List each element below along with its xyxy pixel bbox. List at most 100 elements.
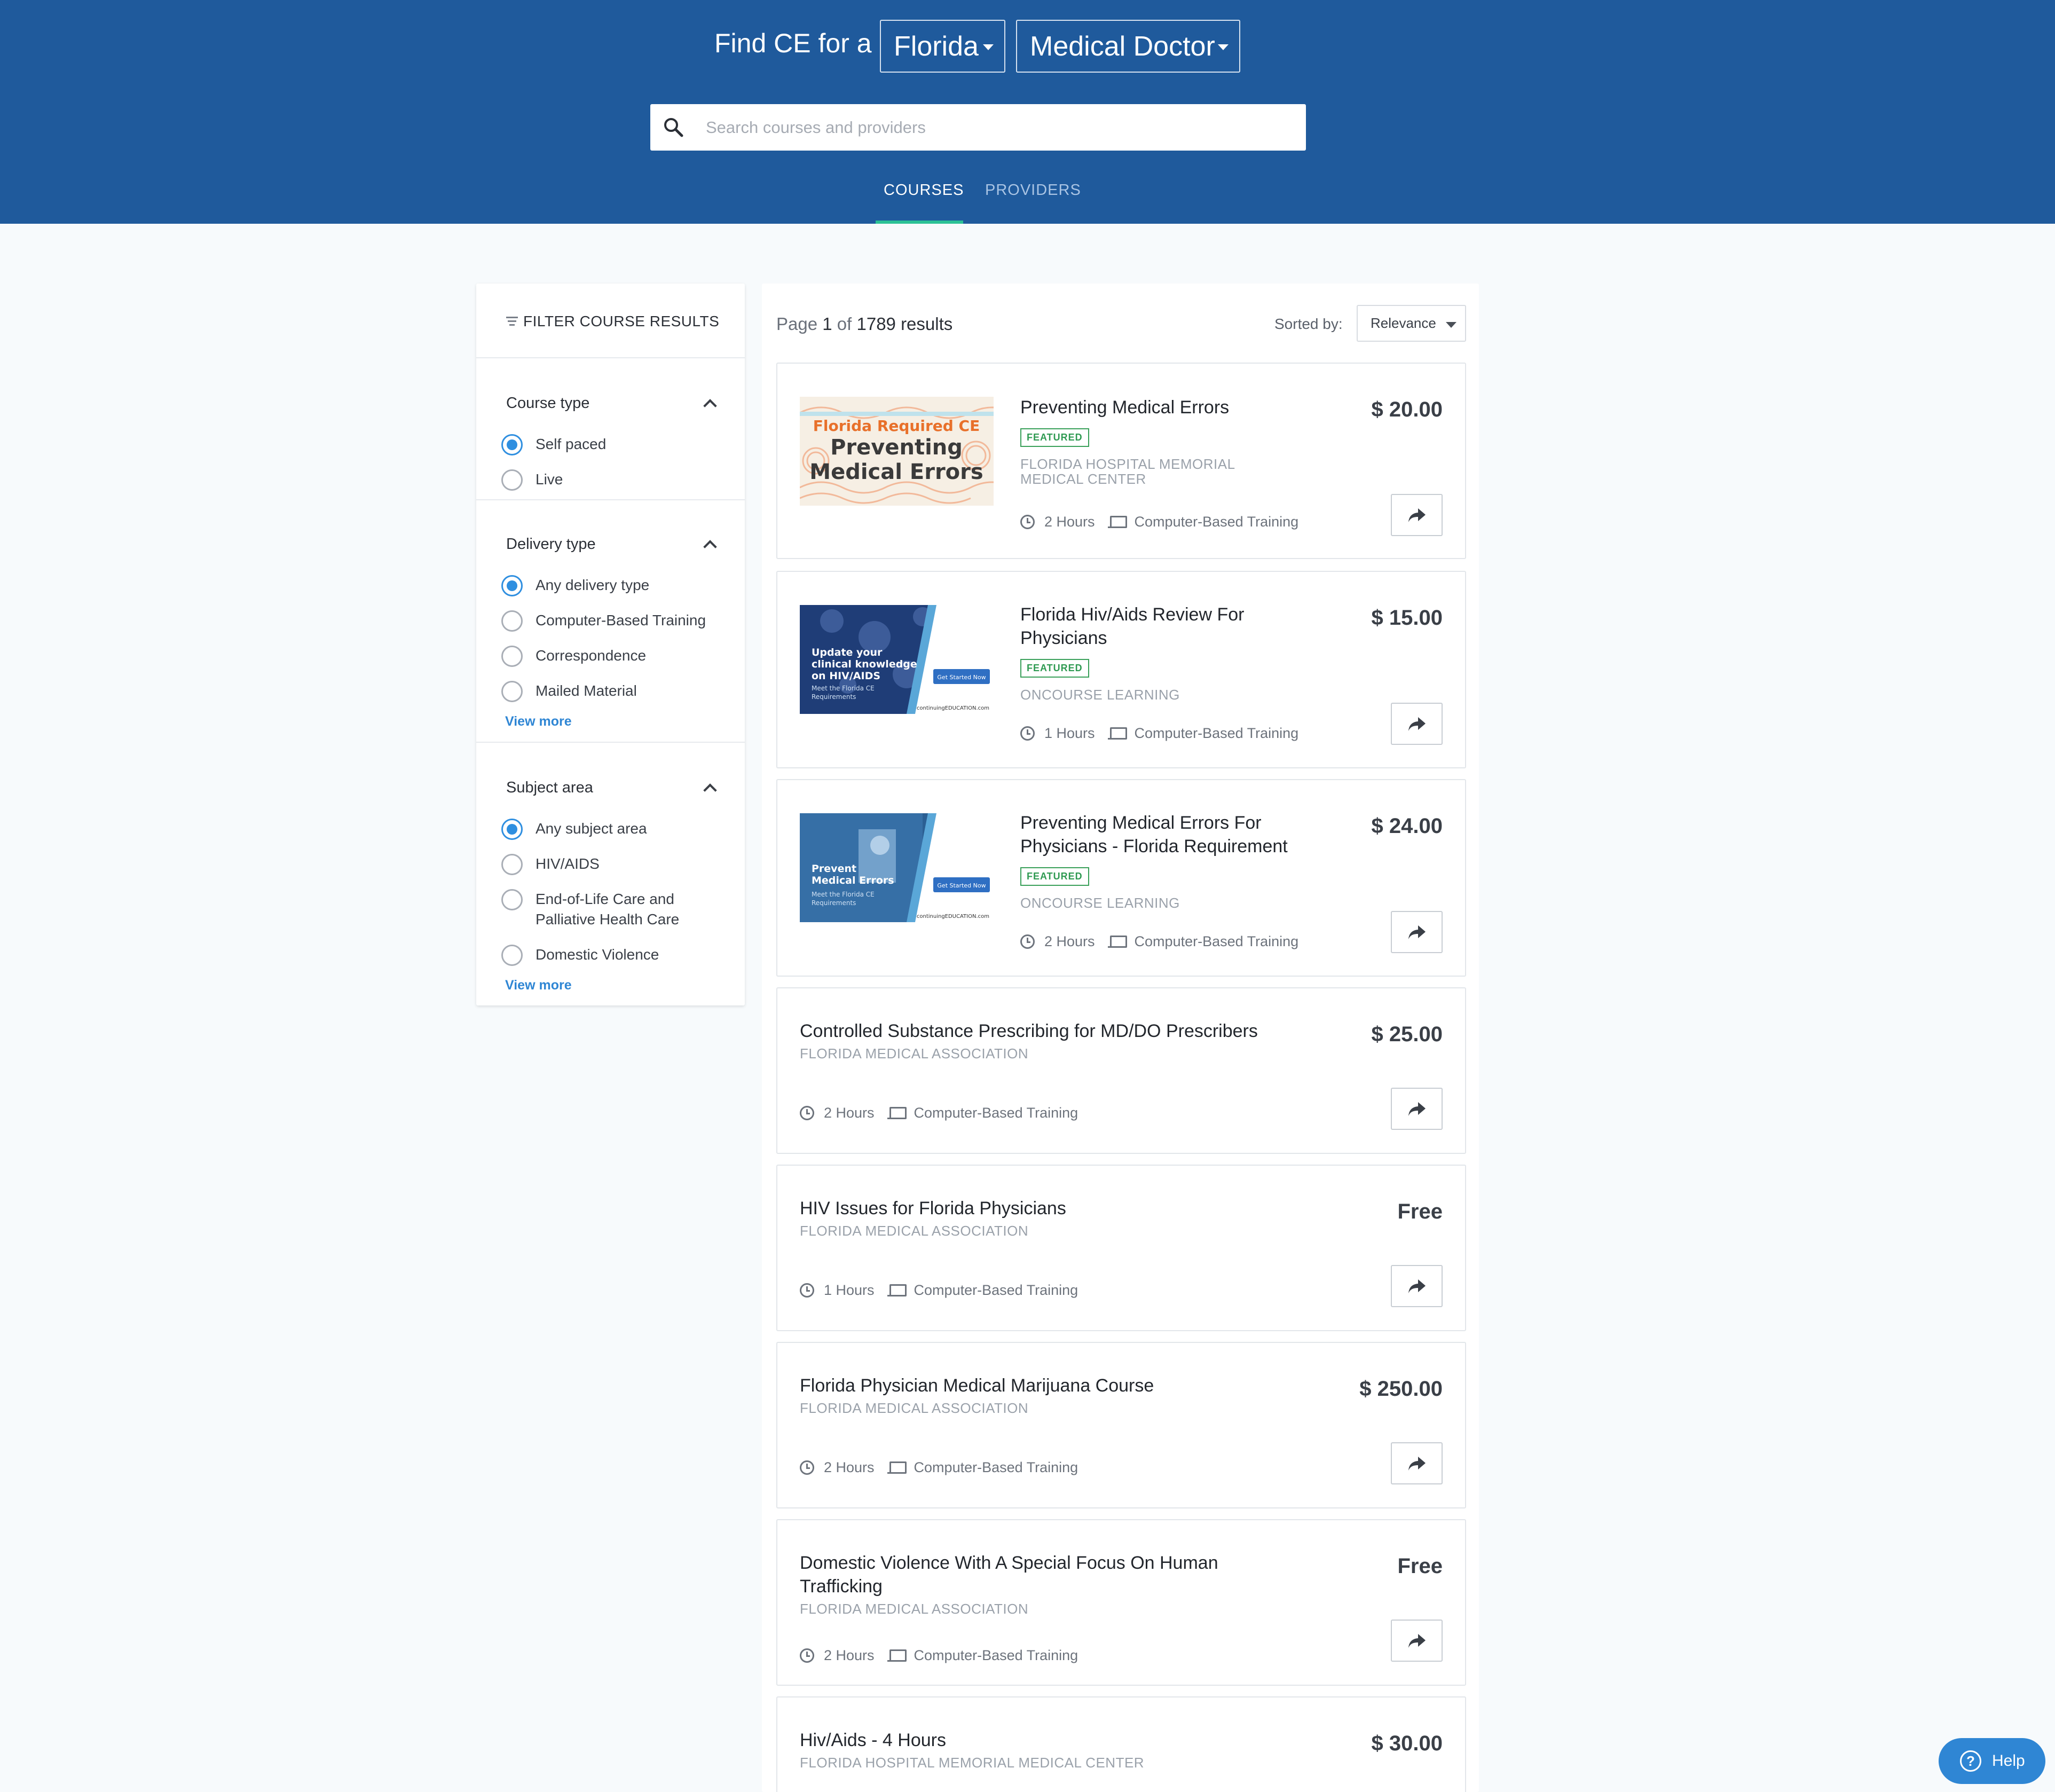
thumb-line4: Requirements [812,899,856,907]
course-price: $ 30.00 [1371,1732,1443,1755]
share-icon [1408,1102,1426,1116]
course-provider[interactable]: FLORIDA MEDICAL ASSOCIATION [800,1046,1099,1061]
course-title[interactable]: Florida Physician Medical Marijuana Cour… [800,1374,1280,1397]
course-provider[interactable]: FLORIDA MEDICAL ASSOCIATION [800,1601,1099,1616]
radio-correspondence[interactable] [501,646,523,667]
option-self-paced[interactable]: Self paced [536,434,606,454]
course-provider[interactable]: FLORIDA MEDICAL ASSOCIATION [800,1401,1099,1416]
radio-domestic-violence[interactable] [501,945,523,966]
share-button[interactable] [1391,1442,1443,1484]
search-input[interactable] [706,104,1293,151]
share-icon [1408,925,1426,939]
caret-down-icon [1446,322,1456,328]
page-prefix: Page [776,314,818,334]
radio-self-paced[interactable] [501,434,523,455]
share-button[interactable] [1391,1265,1443,1307]
course-card[interactable]: Controlled Substance Prescribing for MD/… [776,987,1466,1154]
course-provider[interactable]: ONCOURSE LEARNING [1020,895,1319,910]
option-domestic-violence[interactable]: Domestic Violence [536,945,659,965]
pagination-summary: Page 1 of 1789 results [776,314,952,334]
thumb-line2: Preventing [830,435,963,460]
course-card[interactable]: Prevent Medical Errors Meet the Florida … [776,779,1466,977]
course-meta: 2 Hours Computer-Based Training [800,1647,1078,1664]
course-provider[interactable]: FLORIDA HOSPITAL MEMORIAL MEDICAL CENTER [800,1755,1280,1770]
sort-value: Relevance [1371,315,1436,331]
option-end-of-life-line1[interactable]: End-of-Life Care and [536,889,674,909]
option-live[interactable]: Live [536,469,563,490]
total-results: 1789 results [856,314,953,334]
course-card[interactable]: Florida Required CE Preventing Medical E… [776,363,1466,559]
sorted-by-label: Sorted by: [1274,316,1343,332]
course-title[interactable]: Hiv/Aids - 4 Hours [800,1728,1280,1752]
featured-badge: FEATURED [1020,428,1089,447]
radio-any-subject[interactable] [501,819,523,840]
share-icon [1408,1456,1426,1471]
course-card[interactable]: Hiv/Aids - 4 Hours FLORIDA HOSPITAL MEMO… [776,1696,1466,1792]
tab-providers[interactable]: PROVIDERS [985,182,1081,199]
section-title-course-type: Course type [506,395,590,412]
radio-end-of-life[interactable] [501,889,523,910]
active-tab-indicator [876,221,963,224]
share-button[interactable] [1391,494,1443,536]
course-card[interactable]: HIV Issues for Florida Physicians FLORID… [776,1165,1466,1331]
course-title[interactable]: Domestic Violence With A Special Focus O… [800,1551,1259,1598]
option-mailed-material[interactable]: Mailed Material [536,681,637,701]
course-title[interactable]: Florida Hiv/Aids Review For Physicians [1020,603,1287,650]
course-price: $ 24.00 [1371,814,1443,838]
chevron-up-icon[interactable] [703,399,717,413]
option-correspondence[interactable]: Correspondence [536,646,646,666]
course-card[interactable]: Florida Physician Medical Marijuana Cour… [776,1342,1466,1508]
laptop-icon [887,1284,907,1297]
thumb-line1: Update your [812,647,883,658]
radio-computer-based[interactable] [501,610,523,632]
course-card[interactable]: Domestic Violence With A Special Focus O… [776,1519,1466,1686]
course-provider[interactable]: FLORIDA MEDICAL ASSOCIATION [800,1223,1099,1238]
course-meta: 2 Hours Computer-Based Training [800,1105,1078,1121]
thumb-cta: Get Started Now [937,882,986,889]
help-button[interactable]: ? Help [1939,1738,2045,1784]
course-meta: 1 Hours Computer-Based Training [1020,725,1298,742]
top-header: Find CE for a Florida Medical Doctor COU… [0,0,2055,224]
tab-courses[interactable]: COURSES [884,182,964,199]
radio-mailed-material[interactable] [501,681,523,702]
share-button[interactable] [1391,1088,1443,1130]
filter-icon [506,317,518,328]
course-card[interactable]: Update your clinical knowledge on HIV/AI… [776,571,1466,768]
radio-live[interactable] [501,469,523,491]
radio-hiv-aids[interactable] [501,854,523,875]
share-button[interactable] [1391,703,1443,745]
view-more-delivery[interactable]: View more [505,714,572,729]
option-hiv-aids[interactable]: HIV/AIDS [536,854,600,874]
chevron-up-icon[interactable] [703,540,717,554]
share-button[interactable] [1391,1620,1443,1662]
clock-icon [800,1648,814,1663]
option-any-delivery[interactable]: Any delivery type [536,575,649,595]
thumb-brand: continuingEDUCATION.com [917,914,989,919]
course-title[interactable]: Preventing Medical Errors [1020,396,1330,419]
sort-dropdown[interactable]: Relevance [1357,305,1466,342]
option-end-of-life-line2[interactable]: Palliative Health Care [536,909,679,930]
option-computer-based[interactable]: Computer-Based Training [536,610,706,631]
option-any-subject[interactable]: Any subject area [536,819,647,839]
course-thumbnail[interactable]: Florida Required CE Preventing Medical E… [800,397,994,506]
chevron-up-icon[interactable] [703,783,717,797]
profession-dropdown[interactable]: Medical Doctor [1016,20,1240,73]
course-meta: 2 Hours Computer-Based Training [1020,933,1298,950]
course-title[interactable]: HIV Issues for Florida Physicians [800,1197,1280,1220]
radio-any-delivery[interactable] [501,575,523,596]
course-price: $ 20.00 [1371,398,1443,421]
view-more-subject[interactable]: View more [505,978,572,993]
subject-area-section: Subject area Any subject area HIV/AIDS E… [476,743,745,1005]
profession-dropdown-value: Medical Doctor [1030,30,1215,62]
course-delivery: Computer-Based Training [914,1647,1078,1663]
course-title[interactable]: Controlled Substance Prescribing for MD/… [800,1019,1280,1043]
state-dropdown[interactable]: Florida [880,20,1005,73]
course-provider[interactable]: ONCOURSE LEARNING [1020,687,1319,702]
course-thumbnail[interactable]: Prevent Medical Errors Meet the Florida … [800,813,994,922]
course-provider[interactable]: FLORIDA HOSPITAL MEMORIAL MEDICAL CENTER [1020,457,1298,486]
thumb-line3: Meet the Florida CE [812,891,875,898]
course-thumbnail[interactable]: Update your clinical knowledge on HIV/AI… [800,605,994,714]
course-title[interactable]: Preventing Medical Errors For Physicians… [1020,811,1319,858]
share-button[interactable] [1391,911,1443,953]
course-delivery: Computer-Based Training [914,1105,1078,1121]
